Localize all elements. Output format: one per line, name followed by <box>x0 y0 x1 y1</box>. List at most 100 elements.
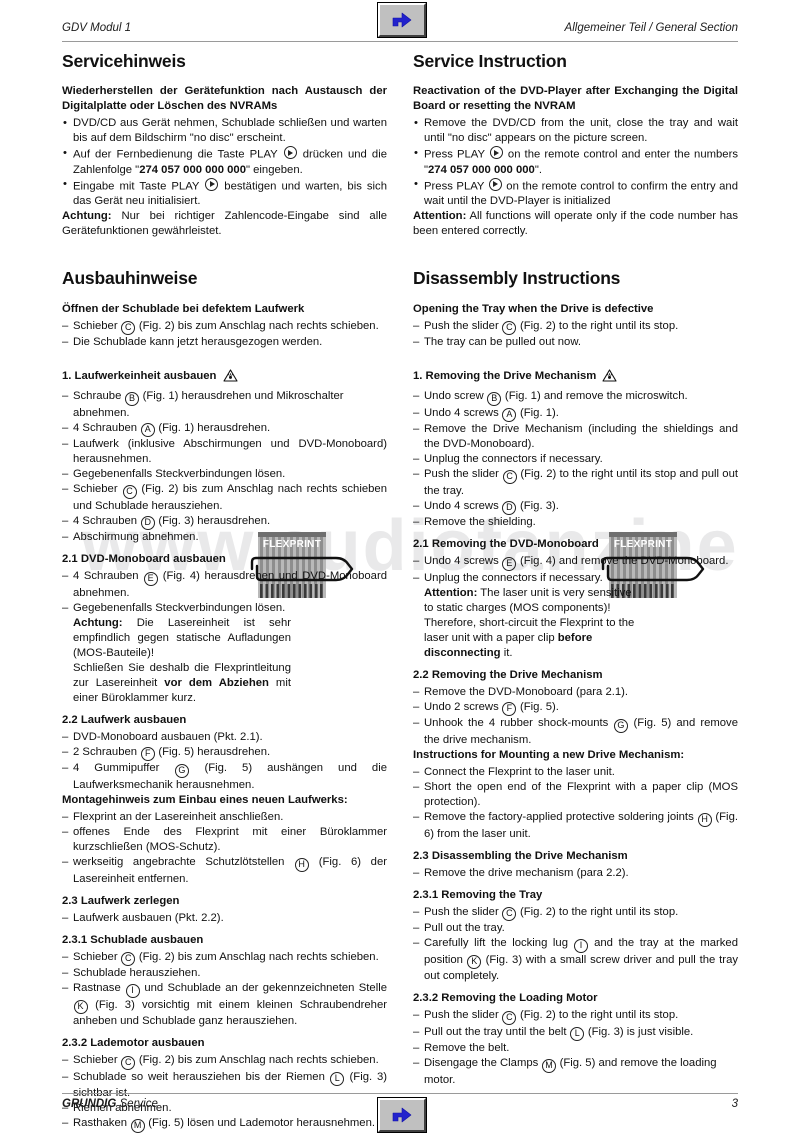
column-english: Service Instruction Reactivation of the … <box>413 51 738 1088</box>
callout-d-icon: D <box>502 501 517 516</box>
note-text-c: it. <box>500 646 513 659</box>
list-item: Schublade herausziehen. <box>62 966 387 981</box>
back-arrow-icon <box>389 10 415 30</box>
footer-brand-name: GRUNDIG <box>62 1098 117 1110</box>
subtitle-service-instruction: Reactivation of the DVD-Player after Exc… <box>413 85 738 113</box>
callout-c-icon: C <box>502 321 517 336</box>
callout-e-icon: E <box>143 571 158 586</box>
heading-schublade-ausbauen: 2.3.1 Schublade ausbauen <box>62 933 204 946</box>
laufwerkeinheit-list: Schraube B (Fig. 1) herausdrehen und Mik… <box>62 389 387 545</box>
callout-l-icon: L <box>330 1072 345 1087</box>
list-item: Undo 4 screws D (Fig. 3). <box>413 499 738 516</box>
note-text-b: vor dem Abziehen <box>164 676 269 689</box>
back-arrow-button-top[interactable] <box>378 3 426 37</box>
callout-c-icon: C <box>502 907 517 922</box>
removing-dvd-monoboard-list: Undo 4 screws E (Fig. 4) and remove the … <box>413 554 738 586</box>
footer-brand: GRUNDIG Service <box>62 1098 158 1110</box>
laser-warning-icon <box>223 369 238 387</box>
list-item: Connect the Flexprint to the laser unit. <box>413 765 738 780</box>
heading-removing-dvd-monoboard: 2.1 Removing the DVD-Monoboard <box>413 538 599 551</box>
callout-c-icon: C <box>502 469 517 484</box>
list-item: Auf der Fernbedienung die Taste PLAY drü… <box>62 146 387 178</box>
heading-montagehinweis: Montagehinweis zum Einbau eines neuen La… <box>62 793 348 806</box>
section-title-ausbauhinweise: Ausbauhinweise <box>62 268 198 289</box>
callout-c-icon: C <box>121 1055 136 1070</box>
list-item: Unplug the connectors if necessary. <box>413 571 738 586</box>
back-arrow-button-bottom[interactable] <box>378 1098 426 1132</box>
list-item: Schieber C (Fig. 2) bis zum Anschlag nac… <box>62 319 387 336</box>
list-item: Undo 2 screws F (Fig. 5). <box>413 700 738 717</box>
list-item: Remove the DVD-Monoboard (para 2.1). <box>413 685 738 700</box>
monoboard-attention-note-2: Schließen Sie deshalb die Flexprintleitu… <box>73 661 291 706</box>
callout-m-icon: M <box>130 1118 145 1133</box>
footer-rule <box>62 1093 738 1094</box>
list-item: DVD/CD aus Gerät nehmen, Schublade schli… <box>62 116 387 146</box>
servicehinweis-attention-note: Achtung: Nur bei richtiger Zahlencode-Ei… <box>62 209 387 239</box>
callout-e-icon: E <box>502 556 517 571</box>
play-icon <box>488 177 502 191</box>
subtitle-servicehinweis: Wiederherstellen der Gerätefunktion nach… <box>62 85 387 113</box>
list-item: 4 Schrauben D (Fig. 3) herausdrehen. <box>62 514 387 531</box>
callout-f-icon: F <box>502 702 517 717</box>
section-title-service-instruction: Service Instruction <box>413 51 567 71</box>
list-item: DVD-Monoboard ausbauen (Pkt. 2.1). <box>62 730 387 745</box>
removing-tray-list: Push the slider C (Fig. 2) to the right … <box>413 905 738 985</box>
servicehinweis-bullet-list: DVD/CD aus Gerät nehmen, Schublade schli… <box>62 116 387 209</box>
removing-loading-motor-list: Push the slider C (Fig. 2) to the right … <box>413 1008 738 1088</box>
montagehinweis-list: Flexprint an der Lasereinheit anschließe… <box>62 810 387 887</box>
list-item: Push the slider C (Fig. 2) to the right … <box>413 1008 738 1025</box>
list-item: Push the slider C (Fig. 2) to the right … <box>413 905 738 922</box>
list-item: Schieber C (Fig. 2) bis zum Anschlag nac… <box>62 950 387 967</box>
list-item: Schieber C (Fig. 2) bis zum Anschlag nac… <box>62 1053 387 1070</box>
list-item: Remove the belt. <box>413 1041 738 1056</box>
list-item: Remove the DVD/CD from the unit, close t… <box>413 116 738 146</box>
monoboard-attention-note: Achtung: Die Lasereinheit ist sehr empfi… <box>73 616 291 661</box>
callout-b-icon: B <box>487 391 502 406</box>
list-item: Push the slider C (Fig. 2) to the right … <box>413 319 738 336</box>
list-item: 2 Schrauben F (Fig. 5) herausdrehen. <box>62 745 387 762</box>
list-item: Pull out the tray. <box>413 921 738 936</box>
list-item: Undo 4 screws A (Fig. 1). <box>413 406 738 423</box>
list-item: Short the open end of the Flexprint with… <box>413 780 738 810</box>
monoboard-attention-note-en: Attention: The laser unit is very sensit… <box>424 586 639 661</box>
note-label: Attention: <box>424 586 478 599</box>
list-item: Remove the drive mechanism (para 2.2). <box>413 866 738 881</box>
header-right-text: Allgemeiner Teil / General Section <box>564 22 738 34</box>
note-label: Attention: <box>413 210 467 223</box>
callout-a-icon: A <box>502 408 517 423</box>
callout-g-icon: G <box>613 718 628 733</box>
callout-k-icon: K <box>467 955 482 970</box>
heading-oeffnen-schublade: Öffnen der Schublade bei defektem Laufwe… <box>62 302 305 315</box>
list-item: Remove the shielding. <box>413 515 738 530</box>
callout-m-icon: M <box>541 1058 556 1073</box>
list-item: Schublade so weit herausziehen bis der R… <box>62 1070 387 1102</box>
heading-removing-drive-mechanism-22: 2.2 Removing the Drive Mechanism <box>413 668 603 681</box>
laufwerk-zerlegen-list: Laufwerk ausbauen (Pkt. 2.2). <box>62 911 387 926</box>
manual-page: www.audiofanzine GDV Modul 1 Allgemeiner… <box>0 0 800 1133</box>
schublade-ausbauen-list: Schieber C (Fig. 2) bis zum Anschlag nac… <box>62 950 387 1030</box>
list-item: Undo 4 screws E (Fig. 4) and remove the … <box>413 554 738 571</box>
disassembling-drive-mechanism-list: Remove the drive mechanism (para 2.2). <box>413 866 738 881</box>
note-label: Achtung: <box>73 616 123 629</box>
callout-g-icon: G <box>174 763 189 778</box>
list-item: Rasthaken M (Fig. 5) lösen und Lademotor… <box>62 1116 387 1133</box>
heading-lademotor-ausbauen: 2.3.2 Lademotor ausbauen <box>62 1037 205 1050</box>
removing-drive-mechanism-22-list: Remove the DVD-Monoboard (para 2.1). Und… <box>413 685 738 748</box>
laser-warning-icon <box>602 369 618 387</box>
heading-laufwerkeinheit-ausbauen: 1. Laufwerkeinheit ausbauen <box>62 369 387 387</box>
column-german: Servicehinweis Wiederherstellen der Gerä… <box>62 51 387 1133</box>
removing-drive-mechanism-list: Undo screw B (Fig. 1) and remove the mic… <box>413 389 738 530</box>
heading-removing-tray: 2.3.1 Removing the Tray <box>413 888 543 901</box>
footer-page-number: 3 <box>731 1098 738 1110</box>
list-item: 4 Schrauben E (Fig. 4) herausdrehen und … <box>62 569 387 601</box>
list-item: Remove the factory-applied protective so… <box>413 810 738 842</box>
play-icon <box>489 146 503 160</box>
callout-f-icon: F <box>140 747 155 762</box>
callout-i-icon: I <box>125 983 140 998</box>
heading-mounting-instructions: Instructions for Mounting a new Drive Me… <box>413 748 685 761</box>
note-label: Achtung: <box>62 210 112 223</box>
header-left-text: GDV Modul 1 <box>62 22 132 34</box>
callout-c-icon: C <box>502 1010 517 1025</box>
callout-h-icon: H <box>294 857 309 872</box>
list-item: Die Schublade kann jetzt herausgezogen w… <box>62 335 387 350</box>
